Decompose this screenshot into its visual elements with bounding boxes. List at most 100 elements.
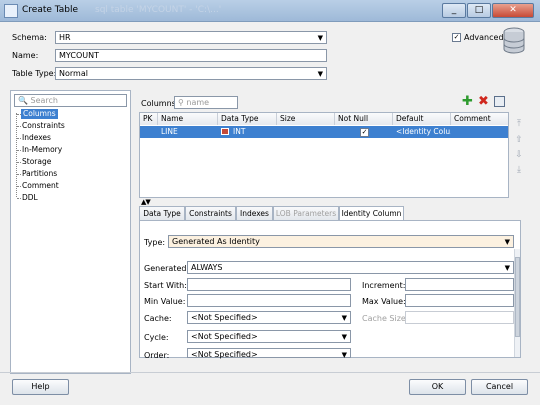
footer-divider [0, 372, 540, 373]
start-with-label: Start With: [144, 281, 187, 290]
columns-filter-placeholder: name [186, 98, 210, 107]
maximize-button[interactable]: □ [467, 3, 491, 18]
name-input[interactable]: MYCOUNT [55, 49, 327, 62]
move-up-icon[interactable]: ⇧ [513, 135, 525, 146]
sidebar-item-in-memory[interactable]: In-Memory [22, 145, 62, 155]
column-header-size[interactable]: Size [277, 113, 335, 125]
app-icon [4, 4, 18, 18]
scrollbar-thumb[interactable] [515, 257, 520, 337]
chevron-down-icon: ▼ [341, 333, 347, 341]
close-button[interactable]: ✕ [492, 3, 534, 18]
increment-label: Increment: [362, 281, 406, 290]
cache-size-input[interactable] [405, 311, 514, 324]
identity-scrollbar[interactable] [514, 249, 520, 357]
help-button[interactable]: Help [12, 379, 69, 395]
columns-filter-input[interactable]: ⚲ name [174, 96, 238, 109]
cancel-button[interactable]: Cancel [471, 379, 528, 395]
tab-data-type[interactable]: Data Type [139, 206, 185, 220]
cycle-label: Cycle: [144, 333, 169, 342]
ok-button[interactable]: OK [409, 379, 466, 395]
minimize-button[interactable]: _ [442, 3, 466, 18]
generated-select[interactable]: ALWAYS ▼ [187, 261, 514, 274]
table-type-value: Normal [59, 69, 88, 78]
search-icon: 🔍 [18, 96, 28, 105]
advanced-checkbox[interactable]: ✓ [452, 33, 461, 42]
column-header-not-null[interactable]: Not Null [335, 113, 393, 125]
cell-name[interactable]: LINE [158, 126, 218, 138]
chevron-down-icon: ▼ [341, 351, 347, 359]
type-select[interactable]: Generated As Identity ▼ [168, 235, 514, 248]
identity-panel: Type: Generated As Identity ▼ Generated:… [139, 220, 521, 360]
sidebar-item-partitions[interactable]: Partitions [22, 169, 57, 179]
columns-label: Columns: [141, 99, 179, 108]
column-header-default[interactable]: Default [393, 113, 451, 125]
delete-column-icon[interactable]: ✖ [478, 95, 489, 108]
min-value-input[interactable] [187, 294, 351, 307]
generated-label: Generated: [144, 264, 190, 273]
start-with-input[interactable] [187, 278, 351, 291]
sidebar-search-placeholder: Search [30, 96, 58, 105]
max-value-label: Max Value: [362, 297, 406, 306]
column-header-data-type[interactable]: Data Type [218, 113, 277, 125]
cycle-select[interactable]: <Not Specified> ▼ [187, 330, 351, 343]
order-select[interactable]: <Not Specified> ▼ [187, 348, 351, 359]
cycle-value: <Not Specified> [191, 332, 258, 341]
chevron-down-icon: ▼ [504, 238, 510, 246]
cache-select[interactable]: <Not Specified> ▼ [187, 311, 351, 324]
tab-constraints[interactable]: Constraints [185, 206, 236, 220]
name-label: Name: [12, 51, 39, 60]
column-header-name[interactable]: Name [158, 113, 218, 125]
copy-column-icon[interactable] [494, 96, 505, 107]
generated-value: ALWAYS [191, 263, 223, 272]
ghost-title: sql table 'MYCOUNT' - 'C:\...' [95, 5, 222, 15]
sidebar-item-ddl[interactable]: DDL [22, 193, 38, 203]
order-label: Order: [144, 351, 170, 360]
column-header-pk[interactable]: PK [140, 113, 158, 125]
splitter-arrows-icon[interactable]: ▲▼ [141, 198, 151, 206]
move-top-icon[interactable]: ⤒ [513, 119, 525, 130]
table-type-label: Table Type: [12, 69, 57, 78]
cache-value: <Not Specified> [191, 313, 258, 322]
chevron-down-icon: ▼ [317, 34, 323, 42]
search-icon: ⚲ [178, 98, 184, 107]
type-label: Type: [144, 238, 166, 247]
cell-data-type[interactable]: INT [230, 126, 277, 138]
columns-table: PK Name Data Type Size Not Null Default … [139, 112, 509, 198]
window-title: Create Table [22, 5, 79, 15]
min-value-label: Min Value: [144, 297, 186, 306]
chevron-down-icon: ▼ [504, 264, 510, 272]
not-null-checkbox[interactable]: ✓ [360, 128, 369, 137]
column-header-comment[interactable]: Comment [451, 113, 508, 125]
int-type-icon [221, 128, 229, 135]
tab-lob-parameters[interactable]: LOB Parameters [273, 206, 339, 220]
sidebar-panel: 🔍 Search Columns Constraints Indexes In-… [10, 90, 131, 374]
tab-indexes[interactable]: Indexes [236, 206, 273, 220]
sidebar-item-constraints[interactable]: Constraints [22, 121, 65, 131]
schema-value: HR [59, 33, 71, 42]
title-bar: Create Table sql table 'MYCOUNT' - 'C:\.… [0, 0, 540, 22]
tab-bar: Data Type Constraints Indexes LOB Parame… [139, 206, 529, 221]
max-value-input[interactable] [405, 294, 514, 307]
chevron-down-icon: ▼ [317, 70, 323, 78]
move-bottom-icon[interactable]: ⤓ [513, 165, 525, 176]
sidebar-item-indexes[interactable]: Indexes [22, 133, 51, 143]
sidebar-item-storage[interactable]: Storage [22, 157, 51, 167]
order-value: <Not Specified> [191, 350, 258, 359]
move-down-icon[interactable]: ⇩ [513, 150, 525, 161]
database-icon [503, 27, 525, 54]
type-value: Generated As Identity [172, 237, 260, 246]
schema-select[interactable]: HR ▼ [55, 31, 327, 44]
increment-input[interactable] [405, 278, 514, 291]
sidebar-item-comment[interactable]: Comment [22, 181, 59, 191]
cache-label: Cache: [144, 314, 172, 323]
chevron-down-icon: ▼ [341, 314, 347, 322]
schema-label: Schema: [12, 33, 47, 42]
sidebar-search-input[interactable]: 🔍 Search [14, 94, 127, 107]
table-type-select[interactable]: Normal ▼ [55, 67, 327, 80]
cell-default[interactable]: <Identity Colu... [393, 126, 451, 138]
cache-size-label: Cache Size: [362, 314, 409, 323]
advanced-label: Advanced [464, 33, 504, 42]
tab-identity-column[interactable]: Identity Column [339, 206, 404, 221]
sidebar-item-columns[interactable]: Columns [21, 109, 58, 119]
add-column-icon[interactable]: ✚ [462, 95, 473, 108]
